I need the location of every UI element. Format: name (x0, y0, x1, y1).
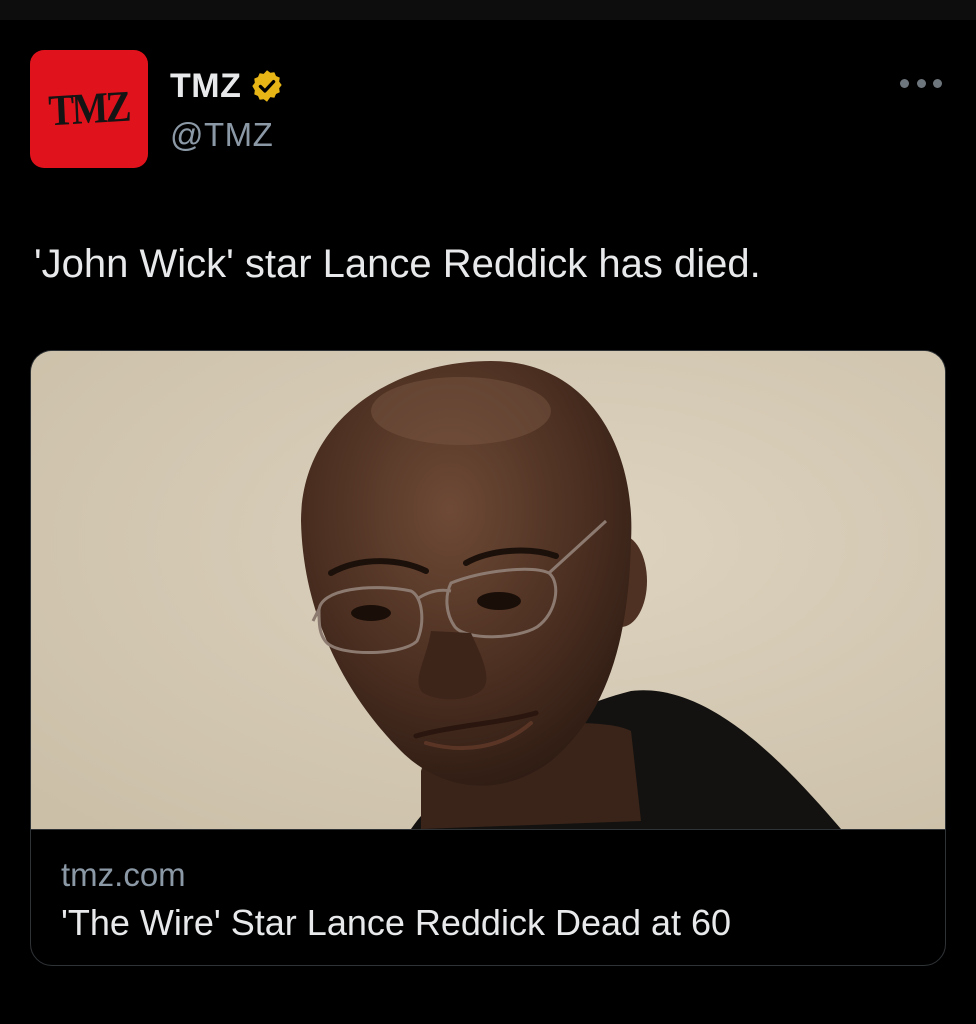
tweet[interactable]: TMZ TMZ @TMZ 'John Wick' star Lance Redd… (0, 20, 976, 1024)
more-dot (900, 78, 909, 88)
avatar[interactable]: TMZ (30, 50, 148, 168)
more-dot (916, 78, 926, 88)
article-photo[interactable] (31, 351, 945, 829)
tweet-text: 'John Wick' star Lance Reddick has died. (34, 242, 761, 286)
link-card-footer[interactable]: tmz.com 'The Wire' Star Lance Reddick De… (31, 829, 945, 965)
link-card[interactable]: tmz.com 'The Wire' Star Lance Reddick De… (30, 350, 946, 966)
display-name[interactable]: TMZ (170, 67, 241, 106)
more-dot (933, 78, 942, 88)
author-name-row[interactable]: TMZ (170, 66, 285, 106)
avatar-logo-text: TMZ (47, 81, 131, 135)
link-title[interactable]: 'The Wire' Star Lance Reddick Dead at 60 (61, 902, 731, 944)
link-domain: tmz.com (61, 856, 186, 893)
top-status-strip (0, 0, 976, 20)
verified-badge-icon (249, 68, 285, 104)
handle[interactable]: @TMZ (170, 116, 273, 154)
more-options-icon[interactable] (900, 76, 942, 90)
